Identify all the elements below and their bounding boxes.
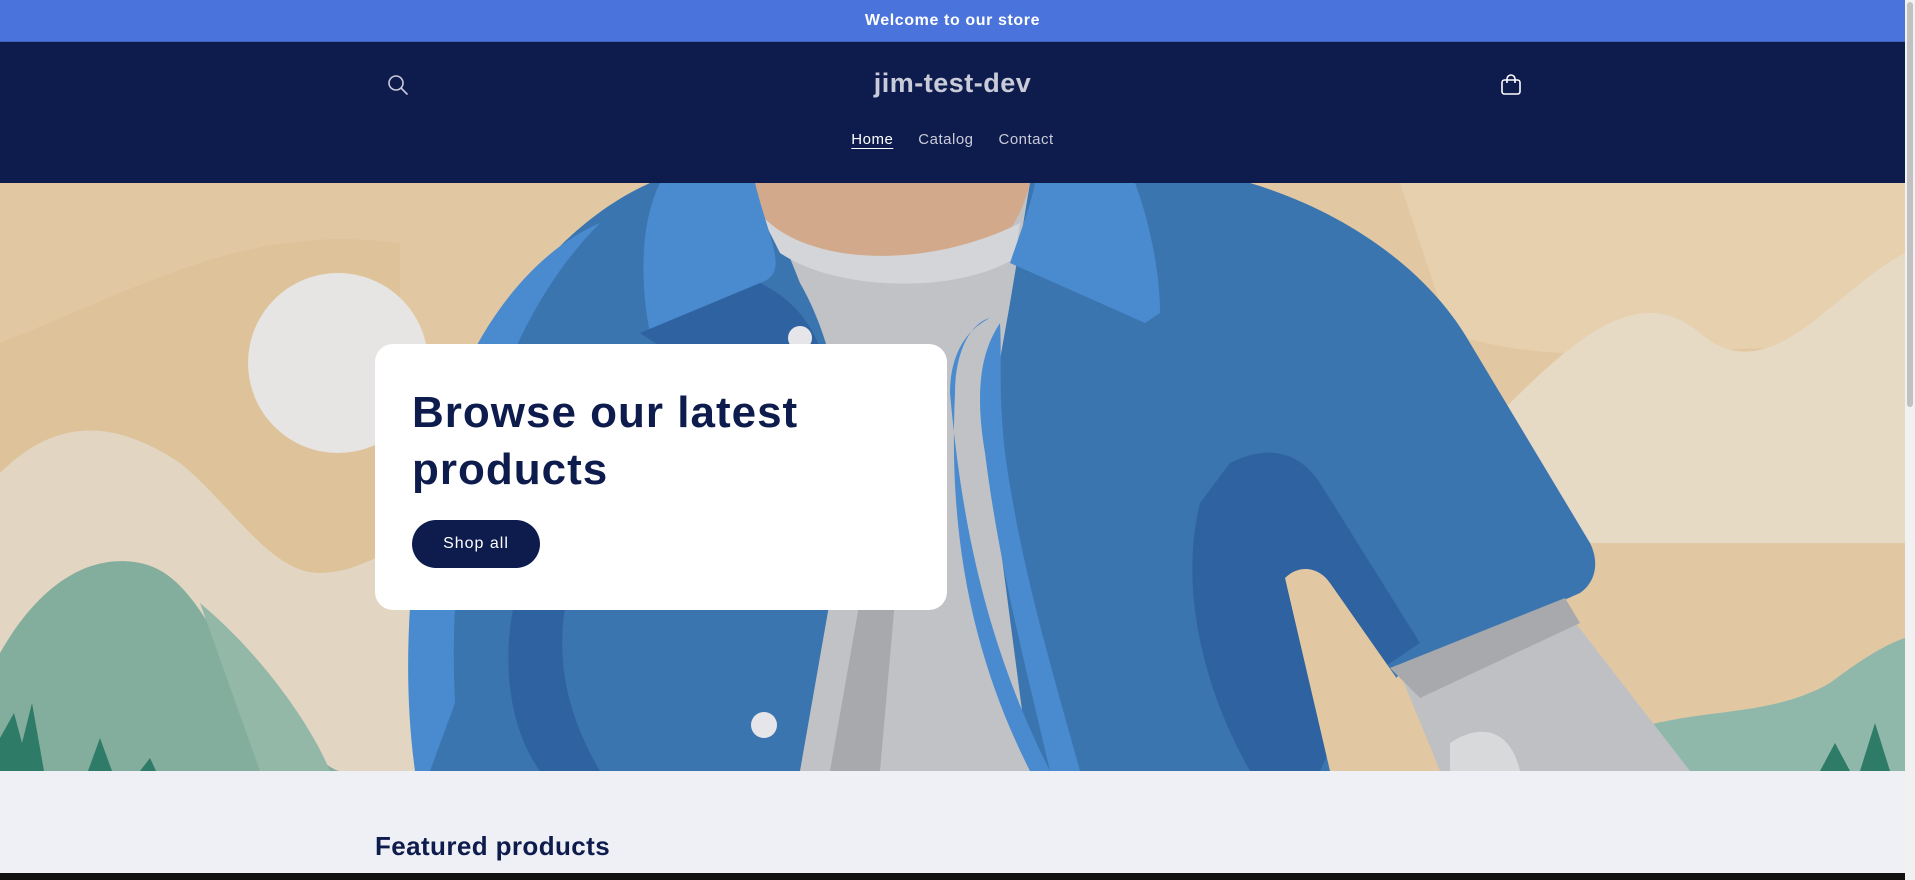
nav-link-catalog[interactable]: Catalog bbox=[918, 131, 973, 148]
announcement-text: Welcome to our store bbox=[864, 11, 1041, 29]
bottom-edge bbox=[0, 873, 1905, 880]
cart-button[interactable] bbox=[1496, 70, 1526, 100]
hero-banner: Browse our latest products Shop all bbox=[0, 183, 1905, 771]
hero-illustration bbox=[0, 183, 1905, 771]
scrollbar-thumb[interactable] bbox=[1907, 2, 1913, 407]
hero-heading: Browse our latest products bbox=[412, 388, 799, 494]
nav-link-contact[interactable]: Contact bbox=[999, 131, 1054, 148]
site-header: jim-test-dev Home Catalog Contact bbox=[0, 42, 1905, 183]
nav-link-home[interactable]: Home bbox=[851, 131, 893, 148]
featured-products-heading: Featured products bbox=[375, 831, 611, 861]
announcement-bar: Welcome to our store bbox=[0, 0, 1905, 42]
main-nav: Home Catalog Contact bbox=[0, 131, 1905, 148]
hero-card: Browse our latest products Shop all bbox=[375, 344, 947, 610]
store-title[interactable]: jim-test-dev bbox=[0, 68, 1905, 99]
page-scrollbar[interactable] bbox=[1905, 0, 1915, 880]
shop-all-button[interactable]: Shop all bbox=[412, 520, 540, 568]
cart-icon bbox=[1501, 74, 1521, 95]
